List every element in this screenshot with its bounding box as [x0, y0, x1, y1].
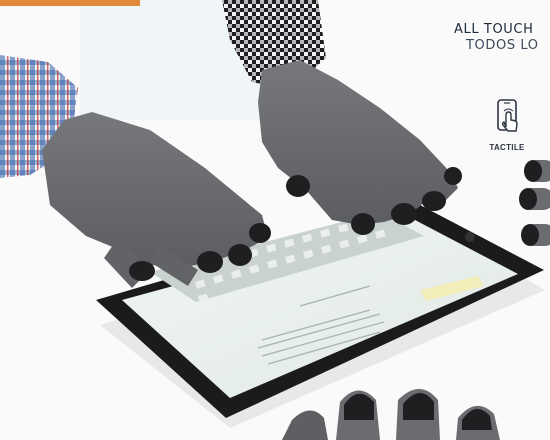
touchscreen-phone-icon: [497, 99, 518, 132]
badge-label: TACTILE: [489, 143, 525, 152]
photo-scene: [0, 0, 550, 440]
headline-text: ALL TOUCH TODOS LO: [454, 22, 550, 54]
tactile-badge: TACTILE: [484, 98, 530, 152]
product-image: ALL TOUCH TODOS LO TACTILE: [0, 0, 550, 440]
headline-line-2: TODOS LO: [466, 38, 539, 53]
headline-line-1: ALL TOUCH: [454, 22, 534, 37]
